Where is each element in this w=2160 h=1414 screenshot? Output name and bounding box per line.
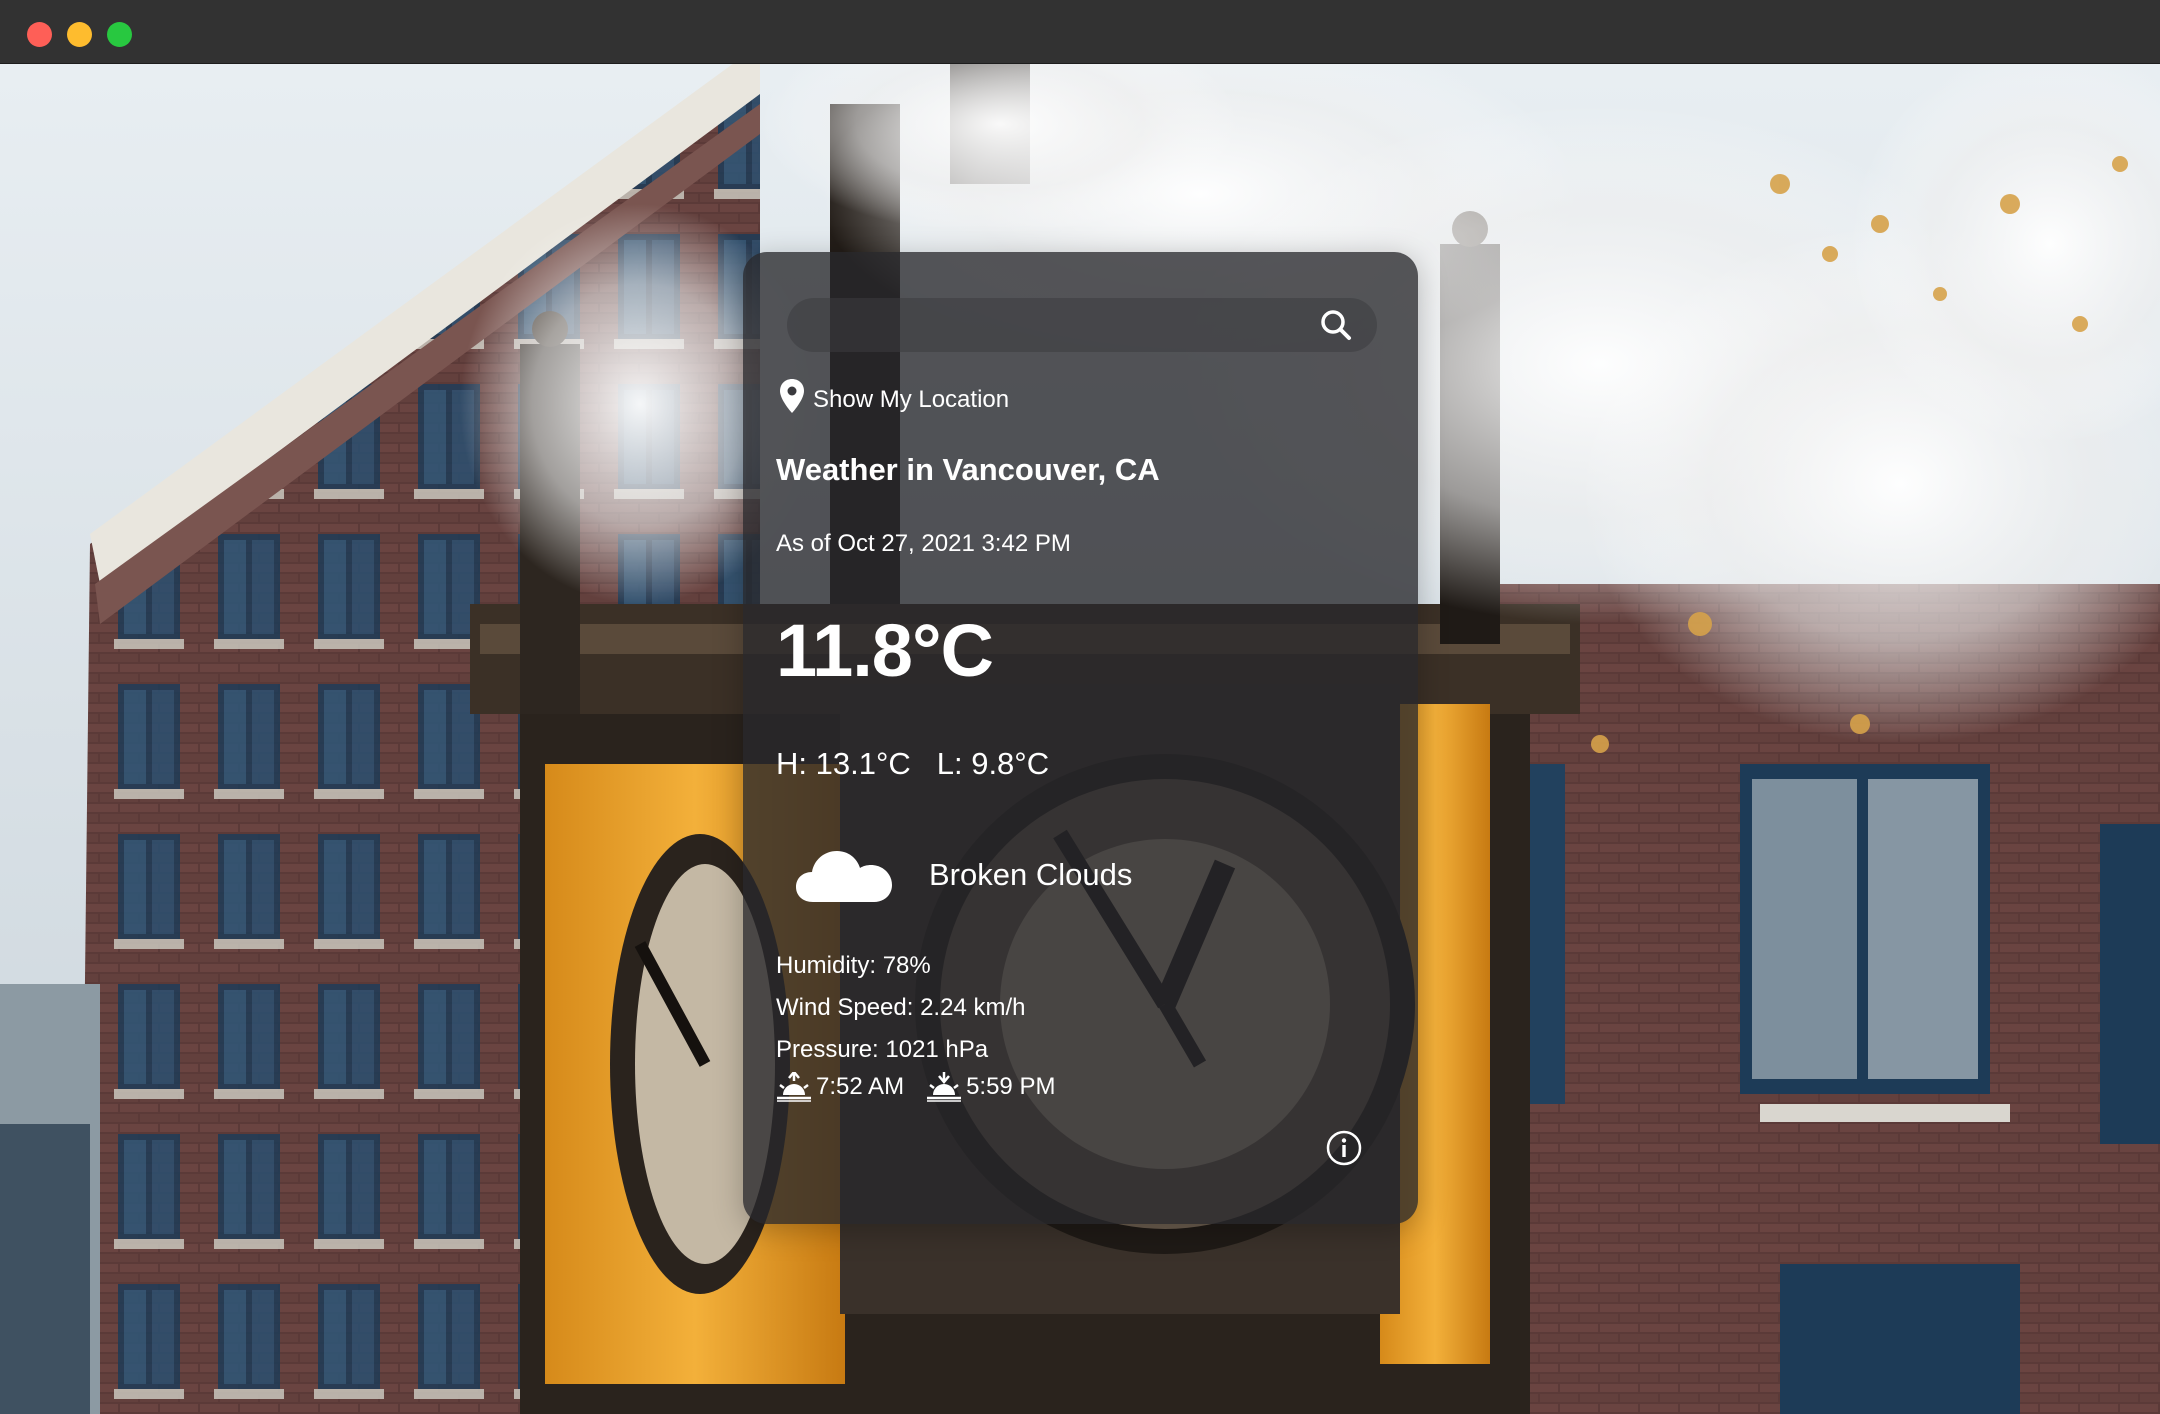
search-icon[interactable] bbox=[1317, 306, 1355, 344]
updated-timestamp: As of Oct 27, 2021 3:42 PM bbox=[776, 530, 1071, 557]
cloud-icon bbox=[796, 851, 892, 902]
condition-row: Broken Clouds bbox=[795, 840, 1132, 910]
weather-card: Show My Location Weather in Vancouver, C… bbox=[743, 252, 1418, 1224]
high-temperature: H: 13.1°C bbox=[776, 746, 911, 781]
sunset-icon bbox=[927, 1072, 962, 1102]
low-temperature: L: 9.8°C bbox=[936, 746, 1050, 781]
sunset-time: 5:59 PM bbox=[966, 1073, 1056, 1100]
info-icon[interactable] bbox=[1326, 1130, 1362, 1166]
sunrise-time: 7:52 AM bbox=[816, 1073, 905, 1100]
condition-label: Broken Clouds bbox=[929, 857, 1133, 892]
humidity-value: Humidity: 78% bbox=[776, 952, 931, 979]
map-pin-icon bbox=[780, 379, 804, 413]
sunrise-icon bbox=[777, 1072, 811, 1102]
show-location-label: Show My Location bbox=[813, 386, 1010, 413]
search-bar bbox=[787, 298, 1377, 354]
show-location-button[interactable]: Show My Location bbox=[779, 374, 1009, 414]
minimize-window-button[interactable] bbox=[67, 22, 92, 47]
search-input[interactable] bbox=[809, 298, 1293, 354]
close-window-button[interactable] bbox=[27, 22, 52, 47]
current-temperature: 11.8°C bbox=[776, 609, 994, 692]
pressure-value: Pressure: 1021 hPa bbox=[776, 1036, 989, 1063]
weather-title: Weather in Vancouver, CA bbox=[776, 452, 1160, 487]
window-titlebar bbox=[0, 0, 2160, 64]
maximize-window-button[interactable] bbox=[107, 22, 132, 47]
app-window: Show My Location Weather in Vancouver, C… bbox=[0, 0, 2160, 1414]
high-low-row: H: 13.1°C L: 9.8°C bbox=[776, 746, 1049, 782]
sun-times-row: 7:52 AM 5:59 PM bbox=[776, 1072, 1055, 1102]
wind-speed-value: Wind Speed: 2.24 km/h bbox=[776, 994, 1026, 1021]
